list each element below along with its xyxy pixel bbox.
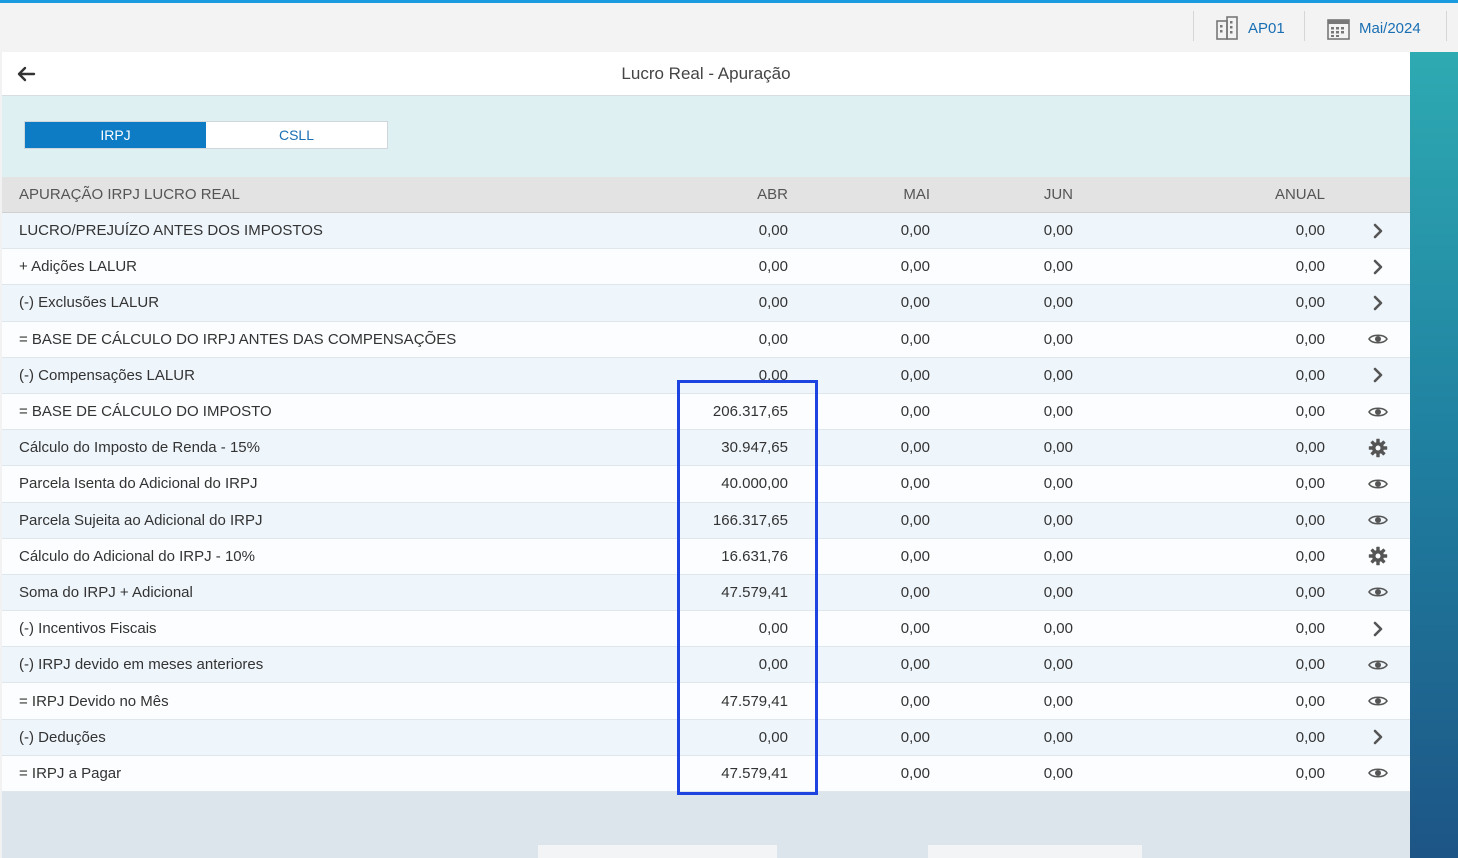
value-anual: 0,00: [1295, 547, 1325, 565]
eye-icon[interactable]: [1362, 683, 1394, 718]
gear-icon[interactable]: [1362, 430, 1394, 465]
table-row[interactable]: (-) Exclusões LALUR 0,00 0,00 0,00 0,00: [2, 285, 1410, 322]
row-label: = BASE DE CÁLCULO DO IMPOSTO: [19, 403, 272, 421]
value-anual: 0,00: [1295, 403, 1325, 421]
value-jun: 0,00: [1043, 547, 1073, 565]
eye-icon[interactable]: [1362, 503, 1394, 538]
value-anual: 0,00: [1295, 656, 1325, 674]
value-jun: 0,00: [1043, 439, 1073, 457]
row-label: (-) Incentivos Fiscais: [19, 620, 157, 638]
value-anual: 0,00: [1295, 728, 1325, 746]
chevron-right-icon[interactable]: [1362, 358, 1394, 393]
table-row[interactable]: = BASE DE CÁLCULO DO IRPJ ANTES DAS COMP…: [2, 321, 1410, 358]
value-jun: 0,00: [1043, 692, 1073, 710]
value-jun: 0,00: [1043, 294, 1073, 312]
company-selector[interactable]: AP01: [1214, 14, 1285, 42]
table-header: APURAÇÃO IRPJ LUCRO REAL ABR MAI JUN ANU…: [2, 177, 1410, 213]
row-label: Parcela Isenta do Adicional do IRPJ: [19, 475, 258, 493]
value-jun: 0,00: [1043, 583, 1073, 601]
chevron-right-icon[interactable]: [1362, 285, 1394, 320]
value-anual: 0,00: [1295, 439, 1325, 457]
value-anual: 0,00: [1295, 366, 1325, 384]
row-label: (-) Exclusões LALUR: [19, 294, 160, 312]
value-jun: 0,00: [1043, 366, 1073, 384]
eye-icon[interactable]: [1362, 394, 1394, 429]
eye-icon[interactable]: [1362, 756, 1394, 791]
tab-area: IRPJ CSLL: [2, 96, 1410, 177]
highlight-box: [677, 380, 818, 795]
row-label: (-) IRPJ devido em meses anteriores: [19, 656, 264, 674]
value-anual: 0,00: [1295, 222, 1325, 240]
value-anual: 0,00: [1295, 620, 1325, 638]
period-value: Mai/2024: [1359, 19, 1421, 37]
value-anual: 0,00: [1295, 583, 1325, 601]
eye-icon[interactable]: [1362, 466, 1394, 501]
value-jun: 0,00: [1043, 764, 1073, 782]
value-anual: 0,00: [1295, 692, 1325, 710]
page-header: Lucro Real - Apuração: [2, 52, 1410, 96]
chevron-right-icon[interactable]: [1362, 213, 1394, 248]
chevron-right-icon[interactable]: [1362, 611, 1394, 646]
period-selector[interactable]: Mai/2024: [1326, 14, 1421, 42]
column-header-anual: ANUAL: [1274, 186, 1325, 203]
value-jun: 0,00: [1043, 656, 1073, 674]
gear-icon[interactable]: [1362, 539, 1394, 574]
value-anual: 0,00: [1295, 258, 1325, 276]
horizontal-scrollbar[interactable]: [928, 845, 1142, 858]
value-anual: 0,00: [1295, 330, 1325, 348]
top-bar: AP01 Mai/2024: [0, 0, 1458, 52]
row-label: Cálculo do Imposto de Renda - 15%: [19, 439, 260, 457]
column-header-label: APURAÇÃO IRPJ LUCRO REAL: [19, 186, 240, 203]
eye-icon[interactable]: [1362, 575, 1394, 610]
topbar-divider: [1304, 11, 1305, 41]
eye-icon[interactable]: [1362, 322, 1394, 357]
value-jun: 0,00: [1043, 475, 1073, 493]
building-icon: [1216, 16, 1238, 40]
value-jun: 0,00: [1043, 728, 1073, 746]
value-anual: 0,00: [1295, 475, 1325, 493]
company-code: AP01: [1248, 19, 1285, 37]
calendar-icon: [1327, 18, 1350, 40]
row-label: (-) Compensações LALUR: [19, 366, 195, 384]
row-label: = BASE DE CÁLCULO DO IRPJ ANTES DAS COMP…: [19, 330, 457, 348]
table-row[interactable]: + Adições LALUR 0,00 0,00 0,00 0,00: [2, 249, 1410, 286]
value-anual: 0,00: [1295, 294, 1325, 312]
column-header-jun: JUN: [1043, 186, 1073, 203]
value-jun: 0,00: [1043, 258, 1073, 276]
row-label: = IRPJ Devido no Mês: [19, 692, 169, 710]
row-label: = IRPJ a Pagar: [19, 764, 122, 782]
horizontal-scrollbar[interactable]: [538, 845, 777, 858]
chevron-right-icon[interactable]: [1362, 249, 1394, 284]
value-jun: 0,00: [1043, 403, 1073, 421]
value-anual: 0,00: [1295, 511, 1325, 529]
topbar-divider: [1446, 11, 1447, 41]
row-label: Parcela Sujeita ao Adicional do IRPJ: [19, 511, 263, 529]
eye-icon[interactable]: [1362, 647, 1394, 682]
row-label: + Adições LALUR: [19, 258, 137, 276]
value-jun: 0,00: [1043, 330, 1073, 348]
page-title: Lucro Real - Apuração: [621, 64, 791, 83]
row-label: Cálculo do Adicional do IRPJ - 10%: [19, 547, 255, 565]
row-label: (-) Deduções: [19, 728, 106, 746]
tab-csll[interactable]: CSLL: [206, 122, 387, 148]
tab-bar: IRPJ CSLL: [24, 121, 388, 149]
value-jun: 0,00: [1043, 620, 1073, 638]
chevron-right-icon[interactable]: [1362, 720, 1394, 755]
row-label: LUCRO/PREJUÍZO ANTES DOS IMPOSTOS: [19, 222, 323, 240]
value-jun: 0,00: [1043, 511, 1073, 529]
side-gradient: [1410, 52, 1458, 858]
row-label: Soma do IRPJ + Adicional: [19, 583, 193, 601]
value-jun: 0,00: [1043, 222, 1073, 240]
tab-irpj[interactable]: IRPJ: [25, 122, 206, 148]
topbar-divider: [1193, 11, 1194, 41]
table-row[interactable]: LUCRO/PREJUÍZO ANTES DOS IMPOSTOS 0,00 0,0…: [2, 213, 1410, 250]
value-anual: 0,00: [1295, 764, 1325, 782]
